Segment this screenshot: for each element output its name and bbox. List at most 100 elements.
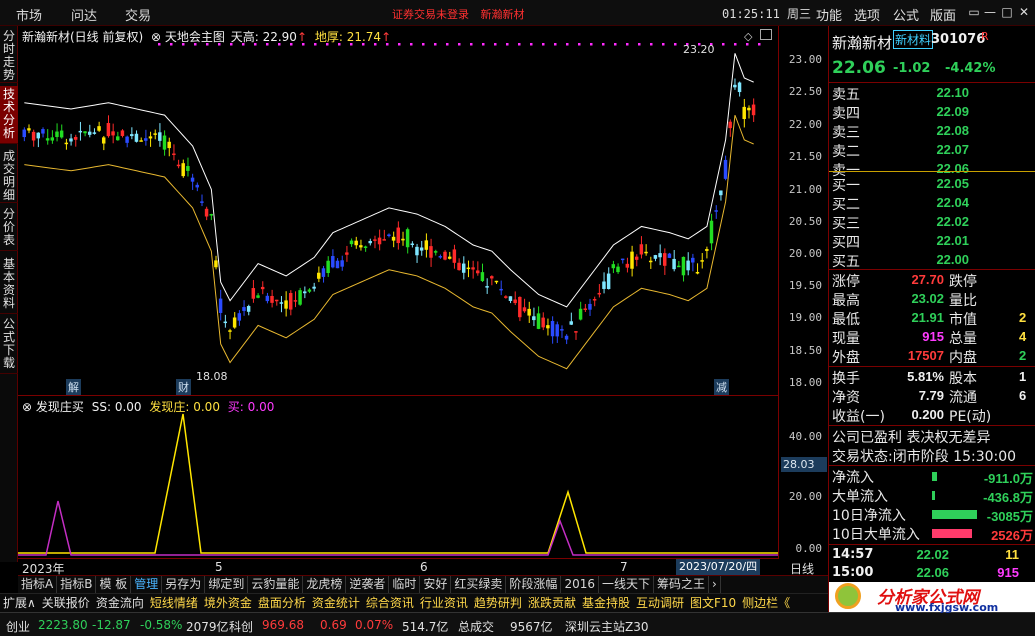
signal-dot — [734, 43, 737, 46]
tab-price-table[interactable]: 分价表 — [0, 206, 18, 251]
panel-toggle-icon[interactable] — [760, 29, 772, 40]
menu-options[interactable]: 选项 — [854, 5, 880, 24]
candle-body — [64, 142, 69, 145]
sub-indicator-name[interactable]: 发现庄买 — [36, 400, 84, 414]
menu-layout[interactable]: 版面 — [930, 5, 956, 24]
candle-body — [499, 288, 503, 291]
stock-sector-badge[interactable]: 新材料 — [893, 30, 934, 49]
restore-icon[interactable]: ▭ — [966, 4, 982, 20]
ind-tab-longhu[interactable]: 龙虎榜 — [303, 576, 347, 593]
tab-basic-info[interactable]: 基本资料 — [0, 256, 18, 314]
buy-5-price[interactable]: 22.00 — [909, 252, 969, 267]
index1-name[interactable]: 创业 — [6, 618, 30, 635]
candle-body — [504, 296, 508, 298]
tab-technical-analysis[interactable]: 技术分析 — [0, 86, 18, 144]
ind-tab-hongmai[interactable]: 红买绿卖 — [451, 576, 507, 593]
tab-trade-detail[interactable]: 成交明细 — [0, 148, 18, 203]
candle-body — [578, 308, 583, 320]
menu-wenda[interactable]: 问达 — [71, 5, 97, 24]
candle-body — [714, 210, 718, 212]
flow-label: 10日大单流入 — [832, 527, 920, 543]
func-contribution[interactable]: 涨跌贡献 — [525, 594, 579, 612]
func-capital-stats[interactable]: 资金统计 — [309, 594, 363, 612]
func-fund-holding[interactable]: 基金持股 — [579, 594, 633, 612]
ind-tab-jieduan[interactable]: 阶段涨幅 — [506, 576, 562, 593]
login-status[interactable]: 证券交易未登录 新瀚新材 — [392, 6, 525, 22]
ind-tab-saveas[interactable]: 另存为 — [162, 576, 206, 593]
candle-body — [555, 324, 559, 337]
func-expand[interactable]: 扩展∧ — [0, 594, 39, 612]
menu-market[interactable]: 市场 — [16, 5, 42, 24]
candle-body — [639, 244, 644, 255]
func-short-emotion[interactable]: 短线情绪 — [147, 594, 201, 612]
index2-name[interactable]: 科创 — [229, 618, 253, 635]
tab-time-share[interactable]: 分时走势 — [0, 28, 18, 83]
kline-svg[interactable] — [18, 26, 778, 396]
indicator-name-text[interactable]: 天地会主图 — [165, 30, 225, 44]
ind-tab-manage[interactable]: 管理 — [131, 576, 163, 593]
cai-marker[interactable]: 财 — [176, 379, 191, 395]
ind-tab-yunbao[interactable]: 云豹量能 — [248, 576, 304, 593]
sell-1-price[interactable]: 22.06 — [909, 161, 969, 176]
jie-marker[interactable]: 解 — [66, 379, 81, 395]
tab-formula-download[interactable]: 公式下载 — [0, 316, 18, 374]
diamond-icon[interactable]: ◇ — [744, 30, 752, 43]
func-overseas-capital[interactable]: 境外资金 — [201, 594, 255, 612]
login-status-text[interactable]: 证券交易未登录 — [392, 8, 469, 21]
candle-body — [284, 300, 288, 309]
ind-tab-nixi[interactable]: 逆袭者 — [346, 576, 390, 593]
logo-banner[interactable]: 分析家公式网 www.fxjgsw.com — [829, 582, 1035, 614]
ind-tab-yixian[interactable]: 一线天下 — [599, 576, 654, 593]
candle-body — [237, 313, 242, 321]
indicator-name[interactable]: ⊗ 天地会主图 — [151, 30, 225, 44]
candle-body — [415, 246, 419, 256]
sub-chart-settings-icon[interactable]: ⊗ — [22, 400, 32, 414]
buy-3-price[interactable]: 22.02 — [909, 214, 969, 229]
func-market-analysis[interactable]: 盘面分析 — [255, 594, 309, 612]
ind-tab-more-icon[interactable]: › — [709, 576, 721, 593]
sell-4-price[interactable]: 22.09 — [909, 104, 969, 119]
candle-body — [195, 184, 199, 188]
sell-5-price[interactable]: 22.10 — [909, 85, 969, 100]
ytick: 20.00 — [788, 247, 822, 260]
server-status[interactable]: 深圳云主站Z30 — [565, 618, 649, 635]
buy-4-price[interactable]: 22.01 — [909, 233, 969, 248]
ind-tab-chouma[interactable]: 筹码之王 — [654, 576, 710, 593]
minimize-icon[interactable]: — — [982, 4, 998, 20]
func-sidebar[interactable]: 侧边栏《 — [739, 594, 793, 612]
func-trend[interactable]: 趋势研判 — [471, 594, 525, 612]
sell-2-price[interactable]: 22.07 — [909, 142, 969, 157]
jian-marker[interactable]: 减 — [714, 379, 729, 395]
kline-main-chart[interactable]: 新瀚新材(日线 前复权) ⊗ 天地会主图 天高: 22.90↑ 地厚: 21.7… — [18, 26, 778, 396]
ind-tab-temp[interactable]: 临时 — [389, 576, 421, 593]
buy-2-price[interactable]: 22.04 — [909, 195, 969, 210]
func-capital-flow[interactable]: 资金流向 — [93, 594, 147, 612]
func-industry-news[interactable]: 行业资讯 — [417, 594, 471, 612]
sell-3-price[interactable]: 22.08 — [909, 123, 969, 138]
indicator-sub-chart[interactable]: ⊗ 发现庄买 SS: 0.00 发现庄: 0.00 买: 0.00 — [18, 396, 778, 559]
stat-label: 外盘 — [832, 350, 860, 366]
ind-tab-a[interactable]: 指标A — [18, 576, 58, 593]
ind-tab-template[interactable]: 模 板 — [96, 576, 132, 593]
func-related-quote[interactable]: 关联报价 — [39, 594, 93, 612]
menu-trade[interactable]: 交易 — [125, 5, 151, 24]
func-news[interactable]: 综合资讯 — [363, 594, 417, 612]
signal-dot — [566, 43, 569, 46]
ind-tab-2016[interactable]: 2016 — [561, 576, 599, 593]
sub-ytick: 20.00 — [788, 490, 822, 503]
ind-tab-b[interactable]: 指标B — [57, 576, 97, 593]
menu-function[interactable]: 功能 — [816, 5, 842, 24]
current-stock-status[interactable]: 新瀚新材 — [481, 8, 525, 21]
ind-tab-bind[interactable]: 绑定到 — [205, 576, 249, 593]
buy-1-price[interactable]: 22.05 — [909, 176, 969, 191]
func-interaction[interactable]: 互动调研 — [633, 594, 687, 612]
ind-tab-anhao[interactable]: 安好 — [420, 576, 452, 593]
close-icon[interactable]: ✕ — [1016, 4, 1032, 20]
period-selector[interactable]: 日线 — [790, 560, 814, 577]
menu-formula[interactable]: 公式 — [893, 5, 919, 24]
sub-y-axis: 40.00 28.03 20.00 0.00 — [778, 396, 828, 559]
indicator-svg[interactable] — [18, 396, 778, 559]
candle-body — [410, 243, 415, 246]
maximize-icon[interactable]: □ — [999, 4, 1015, 20]
func-f10[interactable]: 图文F10 — [687, 594, 739, 612]
